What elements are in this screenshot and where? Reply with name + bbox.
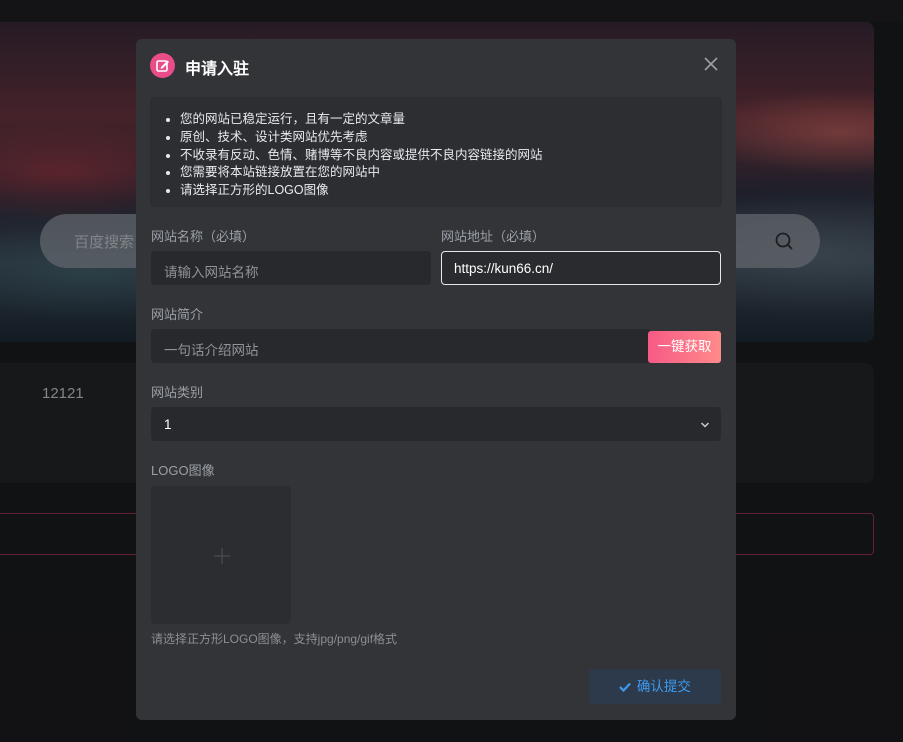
notice-list: 您的网站已稳定运行，且有一定的文章量 原创、技术、设计类网站优先考虑 不收录有反… (180, 111, 706, 200)
site-category-value: 1 (164, 417, 172, 432)
notice-item: 请选择正方形的LOGO图像 (180, 182, 706, 200)
check-icon (619, 682, 631, 693)
notice-item: 原创、技术、设计类网站优先考虑 (180, 129, 706, 147)
close-icon[interactable] (702, 55, 720, 73)
fetch-info-button[interactable]: 一键获取 (648, 331, 721, 363)
site-desc-placeholder: 一句话介绍网站 (164, 343, 259, 358)
notice-item: 您需要将本站链接放置在您的网站中 (180, 164, 706, 182)
modal-header: 申请入驻 (136, 39, 736, 91)
notice-item: 不收录有反动、色情、赌博等不良内容或提供不良内容链接的网站 (180, 147, 706, 165)
site-name-input[interactable]: 请输入网站名称 (151, 251, 431, 285)
modal-title: 申请入驻 (185, 61, 250, 78)
site-url-value: https://kun66.cn/ (454, 261, 554, 276)
site-url-label: 网站地址（必填） (441, 229, 546, 244)
apply-modal: 申请入驻 您的网站已稳定运行，且有一定的文章量 原创、技术、设计类网站优先考虑 … (136, 39, 736, 720)
site-desc-label: 网站简介 (151, 307, 204, 322)
submit-button[interactable]: 确认提交 (589, 669, 721, 704)
logo-upload-box[interactable] (151, 486, 291, 624)
site-category-label: 网站类别 (151, 385, 204, 400)
site-url-input[interactable]: https://kun66.cn/ (441, 251, 721, 285)
edit-icon (150, 53, 175, 78)
chevron-down-icon (700, 422, 710, 428)
plus-icon (214, 548, 230, 564)
site-name-placeholder: 请输入网站名称 (164, 265, 259, 280)
submit-label: 确认提交 (636, 679, 691, 694)
notice-item: 您的网站已稳定运行，且有一定的文章量 (180, 111, 706, 129)
site-name-label: 网站名称（必填） (151, 229, 256, 244)
notice-box: 您的网站已稳定运行，且有一定的文章量 原创、技术、设计类网站优先考虑 不收录有反… (150, 97, 722, 207)
site-desc-input[interactable]: 一句话介绍网站 (151, 329, 651, 363)
logo-label: LOGO图像 (151, 463, 215, 478)
logo-hint: 请选择正方形LOGO图像，支持jpg/png/gif格式 (151, 632, 398, 646)
site-category-select[interactable]: 1 (151, 407, 721, 441)
